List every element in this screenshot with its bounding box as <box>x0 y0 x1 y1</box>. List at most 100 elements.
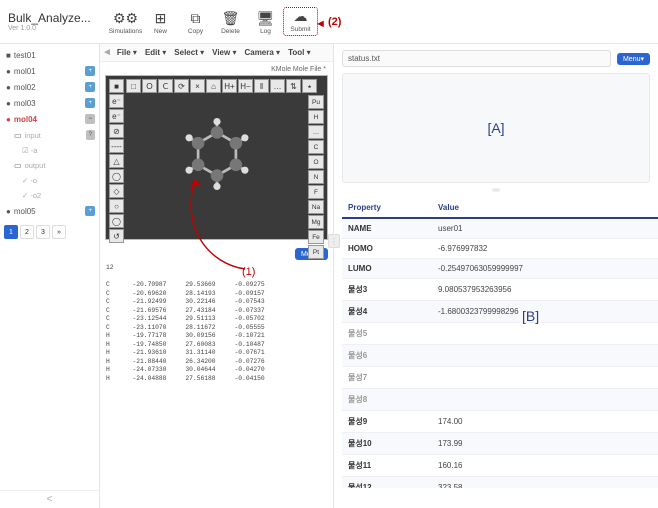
cloud-upload-icon: ☁︎ <box>286 9 315 23</box>
expand-badge[interactable]: + <box>85 82 95 92</box>
prop-value: user01 <box>432 218 658 239</box>
status-menu-chip[interactable]: Menu▾ <box>617 53 650 65</box>
elem-btn-6[interactable]: F <box>308 185 324 199</box>
tool-top-3[interactable]: ⟳ <box>174 79 189 93</box>
expand-badge[interactable]: + <box>85 206 95 216</box>
tree-subfolder-input[interactable]: ▭input ? <box>0 127 99 143</box>
menu-file[interactable]: File ▾ <box>114 48 140 57</box>
tool-top-7[interactable]: H− <box>238 79 253 93</box>
tool-side-10[interactable]: ↺ <box>109 229 124 243</box>
delete-label: Delete <box>221 28 240 35</box>
tool-top-1[interactable]: Ｏ <box>142 79 157 93</box>
tool-side-1[interactable]: e⁻ <box>109 94 124 108</box>
tool-top-0[interactable]: □ <box>126 79 141 93</box>
elem-btn-4[interactable]: O <box>308 155 324 169</box>
tree-item-mol02[interactable]: ●mol02 + <box>0 79 99 95</box>
tool-top-4[interactable]: × <box>190 79 205 93</box>
prop-value <box>432 389 658 411</box>
prop-value: 174.00 <box>432 411 658 433</box>
expand-badge[interactable]: ? <box>86 130 95 140</box>
tool-top-6[interactable]: H+ <box>222 79 237 93</box>
col-property[interactable]: Property <box>342 198 432 218</box>
prop-key: 물성6 <box>342 345 432 367</box>
copy-button[interactable]: ⧉ Copy <box>178 11 213 36</box>
page-3[interactable]: 3 <box>36 225 50 239</box>
menu-camera[interactable]: Camera ▾ <box>241 48 283 57</box>
table-row[interactable]: 물성39.080537953263956 <box>342 279 658 301</box>
split-handle-a-b[interactable]: ═ <box>334 183 658 198</box>
elem-btn-5[interactable]: N <box>308 170 324 184</box>
page-next[interactable]: » <box>52 225 66 239</box>
elem-btn-8[interactable]: Mg <box>308 215 324 229</box>
tool-side-0[interactable]: ■ <box>109 79 124 93</box>
menu-edit[interactable]: Edit ▾ <box>142 48 169 57</box>
log-button[interactable]: 🖥 Log <box>248 11 283 36</box>
tree-subfolder-output[interactable]: ▭output <box>0 158 99 173</box>
collapse-badge[interactable]: − <box>85 114 95 124</box>
expand-badge[interactable]: + <box>85 98 95 108</box>
table-row[interactable]: 물성8 <box>342 389 658 411</box>
tool-top-10[interactable]: ⇅ <box>286 79 301 93</box>
elem-btn-2[interactable]: … <box>308 125 324 139</box>
elem-btn-0[interactable]: Pu <box>308 95 324 109</box>
menu-tool[interactable]: Tool ▾ <box>285 48 314 57</box>
tree-item-mol04[interactable]: ●mol04 − <box>0 111 99 127</box>
coordinates-panel: 12 C -20.70987 29.53669 -0.09275 C -20.6… <box>100 262 333 385</box>
tool-top-11[interactable]: ٭ <box>302 79 317 93</box>
elem-btn-1[interactable]: H <box>308 110 324 124</box>
elem-btn-9[interactable]: Fe <box>308 230 324 244</box>
tool-top-8[interactable]: ‖ <box>254 79 269 93</box>
tool-top-9[interactable]: … <box>270 79 285 93</box>
tree-root[interactable]: ■test01 <box>0 48 99 63</box>
elem-btn-3[interactable]: C <box>308 140 324 154</box>
page-2[interactable]: 2 <box>20 225 34 239</box>
center-panel: ◄ File ▾ Edit ▾ Select ▾ View ▾ Camera ▾… <box>100 44 334 508</box>
elem-btn-7[interactable]: Na <box>308 200 324 214</box>
tool-side-3[interactable]: ⊘ <box>109 124 124 138</box>
elem-btn-10[interactable]: Pt <box>308 245 324 259</box>
tool-top-5[interactable]: ⌂ <box>206 79 221 93</box>
sidebar-collapse[interactable]: < <box>0 490 99 508</box>
table-row[interactable]: NAMEuser01 <box>342 218 658 239</box>
table-row[interactable]: LUMO-0.25497063059999997 <box>342 259 658 279</box>
tool-top-2[interactable]: Ｃ <box>158 79 173 93</box>
page-1[interactable]: 1 <box>4 225 18 239</box>
table-row[interactable]: 물성9174.00 <box>342 411 658 433</box>
tree-child-label: -o2 <box>30 191 41 200</box>
tree-item-mol01[interactable]: ●mol01 + <box>0 63 99 79</box>
new-button[interactable]: ⊞ New <box>143 11 178 36</box>
menu-select[interactable]: Select ▾ <box>171 48 207 57</box>
tool-side-6[interactable]: ◯ <box>109 169 124 183</box>
molecule-viewer[interactable]: □ Ｏ Ｃ ⟳ × ⌂ H+ H− ‖ … ⇅ ٭ ■ e⁻ e⁻ <box>105 75 328 240</box>
back-icon[interactable]: ◄ <box>102 47 112 58</box>
tree-child-output-o[interactable]: ✓ -o <box>0 173 99 188</box>
table-row[interactable]: 물성7 <box>342 367 658 389</box>
tree-child-input-a[interactable]: ☑ -a <box>0 143 99 158</box>
tree-child-output-o2[interactable]: ✓ -o2 <box>0 188 99 203</box>
tree-child-label: -a <box>31 146 38 155</box>
submit-button[interactable]: ☁︎ Submit <box>283 7 318 36</box>
table-row[interactable]: HOMO-6.976997832 <box>342 239 658 259</box>
tool-side-2[interactable]: e⁻ <box>109 109 124 123</box>
delete-button[interactable]: 🗑 Delete <box>213 11 248 36</box>
table-row[interactable]: 물성12323.58 <box>342 477 658 489</box>
tree-item-mol05[interactable]: ●mol05 + <box>0 203 99 219</box>
table-row[interactable]: 물성10173.99 <box>342 433 658 455</box>
tool-side-9[interactable]: ◯ <box>109 214 124 228</box>
status-file-field[interactable]: status.txt <box>342 50 611 67</box>
tool-side-8[interactable]: ○ <box>109 199 124 213</box>
tool-side-4[interactable]: ---- <box>109 139 124 153</box>
tool-side-5[interactable]: △ <box>109 154 124 168</box>
menu-view[interactable]: View ▾ <box>209 48 239 57</box>
simulations-button[interactable]: ⚙︎⚙︎ Simulations <box>108 11 143 36</box>
tree-item-mol03[interactable]: ●mol03 + <box>0 95 99 111</box>
expand-badge[interactable]: + <box>85 66 95 76</box>
table-row[interactable]: 물성11160.16 <box>342 455 658 477</box>
table-row[interactable]: 물성5 <box>342 323 658 345</box>
tool-side-7[interactable]: ◇ <box>109 184 124 198</box>
col-value[interactable]: Value <box>432 198 658 218</box>
tree-item-label: mol05 <box>14 207 36 216</box>
table-row[interactable]: 물성4-1.6800323799998296 <box>342 301 658 323</box>
prop-key: 물성12 <box>342 477 432 489</box>
table-row[interactable]: 물성6 <box>342 345 658 367</box>
